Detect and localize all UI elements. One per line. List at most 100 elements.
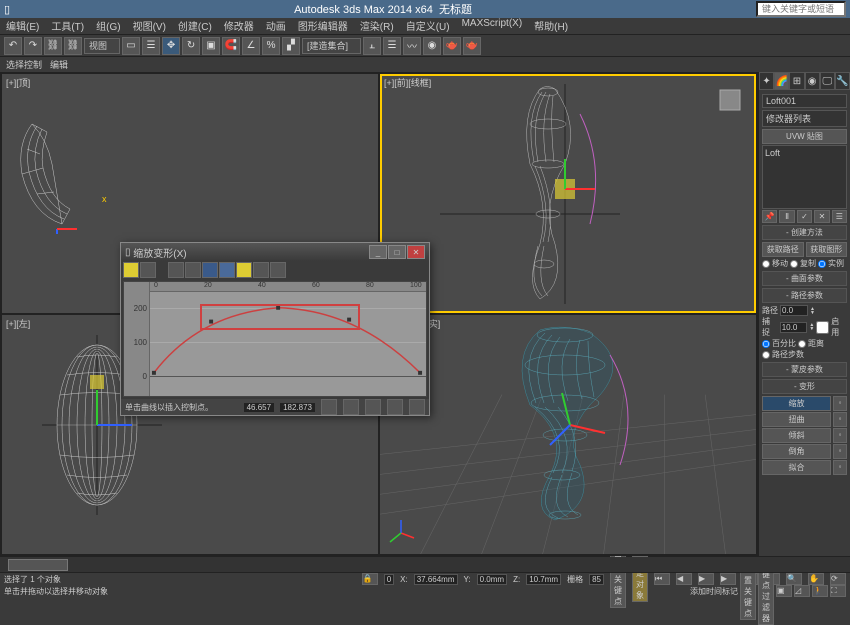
skin-params-rollout[interactable]: 蒙皮参数 [762, 362, 847, 377]
insert-corner-button[interactable] [202, 262, 218, 278]
get-path-button[interactable]: 获取路径 [762, 242, 804, 257]
dialog-minimize-button[interactable]: _ [369, 245, 387, 259]
copy-radio[interactable] [790, 260, 798, 268]
path-params-rollout[interactable]: 路径参数 [762, 288, 847, 303]
distance-radio[interactable] [798, 340, 806, 348]
utilities-tab[interactable]: 🔧 [835, 72, 850, 90]
z-field[interactable]: 10.7mm [526, 574, 561, 585]
insert-bezier-button[interactable] [219, 262, 235, 278]
creation-method-rollout[interactable]: 创建方法 [762, 225, 847, 240]
configure-button[interactable]: ☰ [832, 210, 847, 223]
menu-view[interactable]: 视图(V) [133, 18, 166, 34]
curve-editor-button[interactable]: 〰 [403, 37, 421, 55]
deformations-rollout[interactable]: 变形 [762, 379, 847, 394]
scale-cp-button[interactable] [185, 262, 201, 278]
menu-maxscript[interactable]: MAXScript(X) [462, 18, 523, 34]
render-button[interactable]: 🫖 [463, 37, 481, 55]
goto-start-button[interactable]: ⏮ [654, 573, 670, 585]
delete-cp-button[interactable] [236, 262, 252, 278]
play-button[interactable]: ▶ [698, 573, 714, 585]
orbit-button[interactable]: ⟳ [830, 573, 846, 585]
bevel-toggle[interactable]: ◦ [833, 444, 847, 459]
menu-animation[interactable]: 动画 [266, 18, 286, 34]
pan-button[interactable] [409, 399, 425, 415]
stack-item-loft[interactable]: Loft [765, 148, 844, 158]
mirror-button[interactable]: ▞ [282, 37, 300, 55]
grid-field[interactable]: 85 [589, 574, 604, 585]
select-name-button[interactable]: ☰ [142, 37, 160, 55]
named-selection-dropdown[interactable]: [建造集合] [302, 38, 361, 54]
surface-params-rollout[interactable]: 曲面参数 [762, 271, 847, 286]
reset-cp-button[interactable] [270, 262, 286, 278]
teeter-deform-button[interactable]: 倾斜 [762, 428, 831, 443]
instance-radio[interactable] [818, 260, 826, 268]
next-frame-button[interactable]: ▶ [720, 573, 736, 585]
remove-mod-button[interactable]: ✕ [814, 210, 829, 223]
pin-stack-button[interactable]: 📌 [762, 210, 777, 223]
dialog-maximize-button[interactable]: □ [388, 245, 406, 259]
percent-radio[interactable] [762, 340, 770, 348]
modifier-stack[interactable]: Loft [762, 145, 847, 209]
enable-snap-checkbox[interactable] [816, 321, 829, 334]
snap-spinner[interactable]: 10.0 [780, 322, 808, 333]
time-ruler[interactable] [0, 557, 850, 573]
deformation-graph[interactable]: 200 100 0 0 20 40 60 80 100 [123, 281, 427, 397]
menu-tools[interactable]: 工具(T) [51, 18, 84, 34]
frame-field[interactable]: 0 [384, 574, 394, 585]
pan-view-button[interactable]: ✋ [808, 573, 824, 585]
zoom-v-button[interactable] [365, 399, 381, 415]
dialog-titlebar[interactable]: ▯ 缩放变形(X) _ □ ✕ [121, 243, 429, 261]
rotate-button[interactable]: ↻ [182, 37, 200, 55]
redo-button[interactable]: ↷ [24, 37, 42, 55]
percent-snap-toggle[interactable]: % [262, 37, 280, 55]
y-field[interactable]: 0.0mm [477, 574, 507, 585]
move-radio[interactable] [762, 260, 770, 268]
undo-button[interactable]: ↶ [4, 37, 22, 55]
menu-graph-editors[interactable]: 图形编辑器 [298, 18, 348, 34]
display-tab[interactable]: 🖵 [820, 72, 835, 90]
viewport-perspective[interactable]: [+][透视][真实] [380, 315, 756, 554]
move-button[interactable]: ✥ [162, 37, 180, 55]
twist-deform-button[interactable]: 扭曲 [762, 412, 831, 427]
zoom-h-button[interactable] [343, 399, 359, 415]
teeter-toggle[interactable]: ◦ [833, 428, 847, 443]
create-tab[interactable]: ✦ [759, 72, 774, 90]
viewport-front[interactable]: [+][前][线框] [380, 74, 756, 313]
bevel-deform-button[interactable]: 倒角 [762, 444, 831, 459]
snap-toggle[interactable]: 🧲 [222, 37, 240, 55]
twist-toggle[interactable]: ◦ [833, 412, 847, 427]
unlink-button[interactable]: ⛓ [64, 37, 82, 55]
path-spinner[interactable]: 0.0 [780, 305, 808, 316]
align-button[interactable]: ⫠ [363, 37, 381, 55]
make-symmetrical-button[interactable] [123, 262, 139, 278]
fov-button[interactable]: ◿ [794, 585, 810, 597]
time-slider[interactable] [8, 559, 68, 571]
x-field[interactable]: 37.664mm [414, 574, 458, 585]
path-spinner-arrows[interactable]: ▲▼ [810, 307, 815, 315]
hierarchy-tab[interactable]: ⊞ [789, 72, 804, 90]
path-steps-radio[interactable] [762, 351, 770, 359]
menu-help[interactable]: 帮助(H) [534, 18, 568, 34]
zoom-button[interactable] [387, 399, 403, 415]
scale-button[interactable]: ▣ [202, 37, 220, 55]
scale-toggle[interactable]: ◦ [833, 396, 847, 411]
modify-tab[interactable]: 🌈 [774, 72, 789, 90]
snap-spinner-arrows[interactable]: ▲▼ [809, 323, 814, 331]
reset-curve-button[interactable] [253, 262, 269, 278]
angle-snap-toggle[interactable]: ∠ [242, 37, 260, 55]
uvw-button[interactable]: UVW 貼图 [762, 129, 847, 144]
menu-rendering[interactable]: 渲染(R) [360, 18, 394, 34]
show-end-button[interactable]: Ⅱ [779, 210, 794, 223]
prev-frame-button[interactable]: ◀ [676, 573, 692, 585]
display-x-axis-button[interactable] [140, 262, 156, 278]
max-viewport-button[interactable]: ▣ [776, 585, 792, 597]
zoom-button-nav[interactable]: 🔍 [786, 573, 802, 585]
modifier-list-dropdown[interactable]: 修改器列表 [762, 110, 847, 127]
min-max-button[interactable]: ⛶ [830, 585, 846, 597]
move-cp-button[interactable] [168, 262, 184, 278]
layers-button[interactable]: ☰ [383, 37, 401, 55]
scale-deform-button[interactable]: 缩放 [762, 396, 831, 411]
zoom-ext-button[interactable] [321, 399, 337, 415]
menu-group[interactable]: 组(G) [96, 18, 120, 34]
render-setup-button[interactable]: 🫖 [443, 37, 461, 55]
